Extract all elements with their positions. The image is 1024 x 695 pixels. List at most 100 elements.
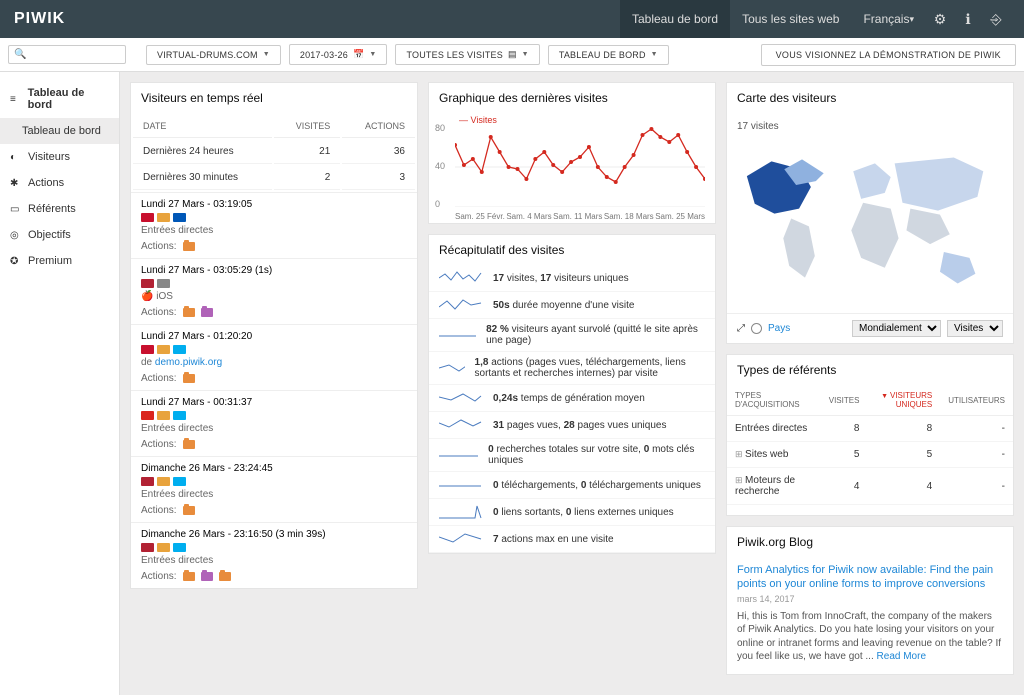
visit-entry[interactable]: Lundi 27 Mars - 01:20:20 de demo.piwik.o… xyxy=(131,324,417,390)
logout-icon[interactable]: ⎆ xyxy=(982,11,1010,28)
nav-language[interactable]: Français xyxy=(851,0,926,38)
read-more-link[interactable]: Read More xyxy=(877,651,926,662)
col-unique[interactable]: VISITEURS UNIQUES xyxy=(867,385,940,416)
sidebar-item[interactable]: Tableau de bord xyxy=(0,118,119,144)
widget-referrers: Types de référents TYPES D'ACQUISITIONS … xyxy=(726,354,1014,516)
x-tick: Sam. 25 Févr. xyxy=(455,212,505,221)
sparkline xyxy=(439,390,483,406)
widget-title: Récapitulatif des visites xyxy=(429,235,715,265)
topbar: PIWIK Tableau de bord Tous les sites web… xyxy=(0,0,1024,38)
folder-icon[interactable] xyxy=(219,572,231,581)
flag-icon xyxy=(157,543,170,552)
horizontal-scrollbar[interactable] xyxy=(727,505,1013,515)
sidebar-item[interactable]: ≡Tableau de bord xyxy=(0,80,119,118)
globe-icon[interactable] xyxy=(751,323,762,334)
folder-icon[interactable] xyxy=(201,572,213,581)
flag-icon xyxy=(141,477,154,486)
x-tick: Sam. 4 Mars xyxy=(506,212,551,221)
sparkline xyxy=(439,417,483,433)
flag-icon xyxy=(173,213,186,222)
col-type[interactable]: TYPES D'ACQUISITIONS xyxy=(727,385,821,416)
y-tick: 80 xyxy=(435,123,445,133)
sparkline xyxy=(439,447,478,463)
sidebar-icon: ▭ xyxy=(10,204,20,215)
world-map[interactable] xyxy=(737,138,1003,303)
col-date: DATE xyxy=(133,115,272,138)
x-tick: Sam. 11 Mars xyxy=(553,212,602,221)
flag-icon xyxy=(141,411,154,420)
map-scope-select[interactable]: Mondialement xyxy=(852,320,941,337)
summary-row: 0 recherches totales sur votre site, 0 m… xyxy=(429,439,715,472)
demo-banner: VOUS VISIONNEZ LA DÉMONSTRATION DE PIWIK xyxy=(761,44,1016,66)
nav-dashboard[interactable]: Tableau de bord xyxy=(620,0,730,38)
zoom-out-icon[interactable]: ⤢ xyxy=(737,323,745,334)
sidebar-icon: ◎ xyxy=(10,230,20,241)
sparkline xyxy=(439,270,483,286)
visit-entry[interactable]: Lundi 27 Mars - 03:19:05 Entrées directe… xyxy=(131,192,417,258)
dashboard-picker[interactable]: TABLEAU DE BORD▼ xyxy=(548,45,669,65)
toolbar: VIRTUAL-DRUMS.COM▼ 2017-03-26📅▼ TOUTES L… xyxy=(0,38,1024,72)
summary-row: 31 pages vues, 28 pages vues uniques xyxy=(429,412,715,439)
info-icon[interactable]: ℹ xyxy=(954,11,982,28)
sidebar-item[interactable]: ◐Visiteurs xyxy=(0,144,119,170)
folder-icon[interactable] xyxy=(183,242,195,251)
summary-row: 0 téléchargements, 0 téléchargements uni… xyxy=(429,472,715,499)
sidebar-icon: ≡ xyxy=(10,94,20,105)
table-row[interactable]: Sites web55- xyxy=(727,442,1013,468)
folder-icon[interactable] xyxy=(183,374,195,383)
sidebar-item[interactable]: ▭Référents xyxy=(0,196,119,222)
segment-picker[interactable]: TOUTES LES VISITES▤▼ xyxy=(395,44,539,65)
gear-icon[interactable]: ⚙ xyxy=(926,11,954,28)
visit-entry[interactable]: Dimanche 26 Mars - 23:16:50 (3 min 39s) … xyxy=(131,522,417,588)
widget-realtime: Visiteurs en temps réel DATE VISITES ACT… xyxy=(130,82,418,589)
map-count: 17 visites xyxy=(737,119,1003,138)
y-tick: 0 xyxy=(435,199,440,209)
sparkline xyxy=(439,477,483,493)
summary-row: 0,24s temps de génération moyen xyxy=(429,385,715,412)
col-users[interactable]: UTILISATEURS xyxy=(940,385,1013,416)
sidebar-item[interactable]: ✪Premium xyxy=(0,248,119,274)
date-picker[interactable]: 2017-03-26📅▼ xyxy=(289,44,388,65)
table-row[interactable]: Moteurs de recherche44- xyxy=(727,468,1013,505)
folder-icon[interactable] xyxy=(183,572,195,581)
summary-row: 7 actions max en une visite xyxy=(429,526,715,553)
table-row[interactable]: Entrées directes88- xyxy=(727,416,1013,442)
col-visits[interactable]: VISITES xyxy=(821,385,868,416)
sidebar-item[interactable]: ◎Objectifs xyxy=(0,222,119,248)
flag-icon xyxy=(141,213,154,222)
widget-title: Carte des visiteurs xyxy=(727,83,1013,113)
logo: PIWIK xyxy=(14,10,65,28)
flag-icon xyxy=(157,213,170,222)
line-chart[interactable] xyxy=(455,127,705,207)
flag-icon xyxy=(141,279,154,288)
calendar-icon: 📅 xyxy=(353,49,364,60)
flag-icon xyxy=(173,345,186,354)
blog-post-link[interactable]: Form Analytics for Piwik now available: … xyxy=(737,563,1003,592)
referrer-link[interactable]: demo.piwik.org xyxy=(155,357,222,368)
sidebar-item[interactable]: ✱Actions xyxy=(0,170,119,196)
flag-icon xyxy=(173,543,186,552)
search-input[interactable] xyxy=(8,45,126,64)
widget-map: Carte des visiteurs 17 visites xyxy=(726,82,1014,344)
nav-all-sites[interactable]: Tous les sites web xyxy=(730,0,851,38)
folder-icon[interactable] xyxy=(183,308,195,317)
visit-entry[interactable]: Lundi 27 Mars - 03:05:29 (1s) 🍎 iOS Acti… xyxy=(131,258,417,324)
summary-row: 17 visites, 17 visiteurs uniques xyxy=(429,265,715,292)
table-row: Dernières 30 minutes23 xyxy=(133,166,415,190)
sparkline xyxy=(439,531,483,547)
folder-icon[interactable] xyxy=(183,440,195,449)
flag-icon xyxy=(157,279,170,288)
folder-icon[interactable] xyxy=(201,308,213,317)
map-mode[interactable]: Pays xyxy=(768,323,790,334)
sidebar-icon: ◐ xyxy=(10,152,20,163)
visit-entry[interactable]: Dimanche 26 Mars - 23:24:45 Entrées dire… xyxy=(131,456,417,522)
map-metric-select[interactable]: Visites xyxy=(947,320,1003,337)
chart-legend: Visites xyxy=(459,115,497,125)
sparkline xyxy=(439,504,483,520)
widget-title: Piwik.org Blog xyxy=(727,527,1013,557)
summary-row: 82 % visiteurs ayant survolé (quitté le … xyxy=(429,319,715,352)
folder-icon[interactable] xyxy=(183,506,195,515)
visit-entry[interactable]: Lundi 27 Mars - 00:31:37 Entrées directe… xyxy=(131,390,417,456)
site-picker[interactable]: VIRTUAL-DRUMS.COM▼ xyxy=(146,45,281,65)
x-tick: Sam. 18 Mars xyxy=(604,212,654,221)
